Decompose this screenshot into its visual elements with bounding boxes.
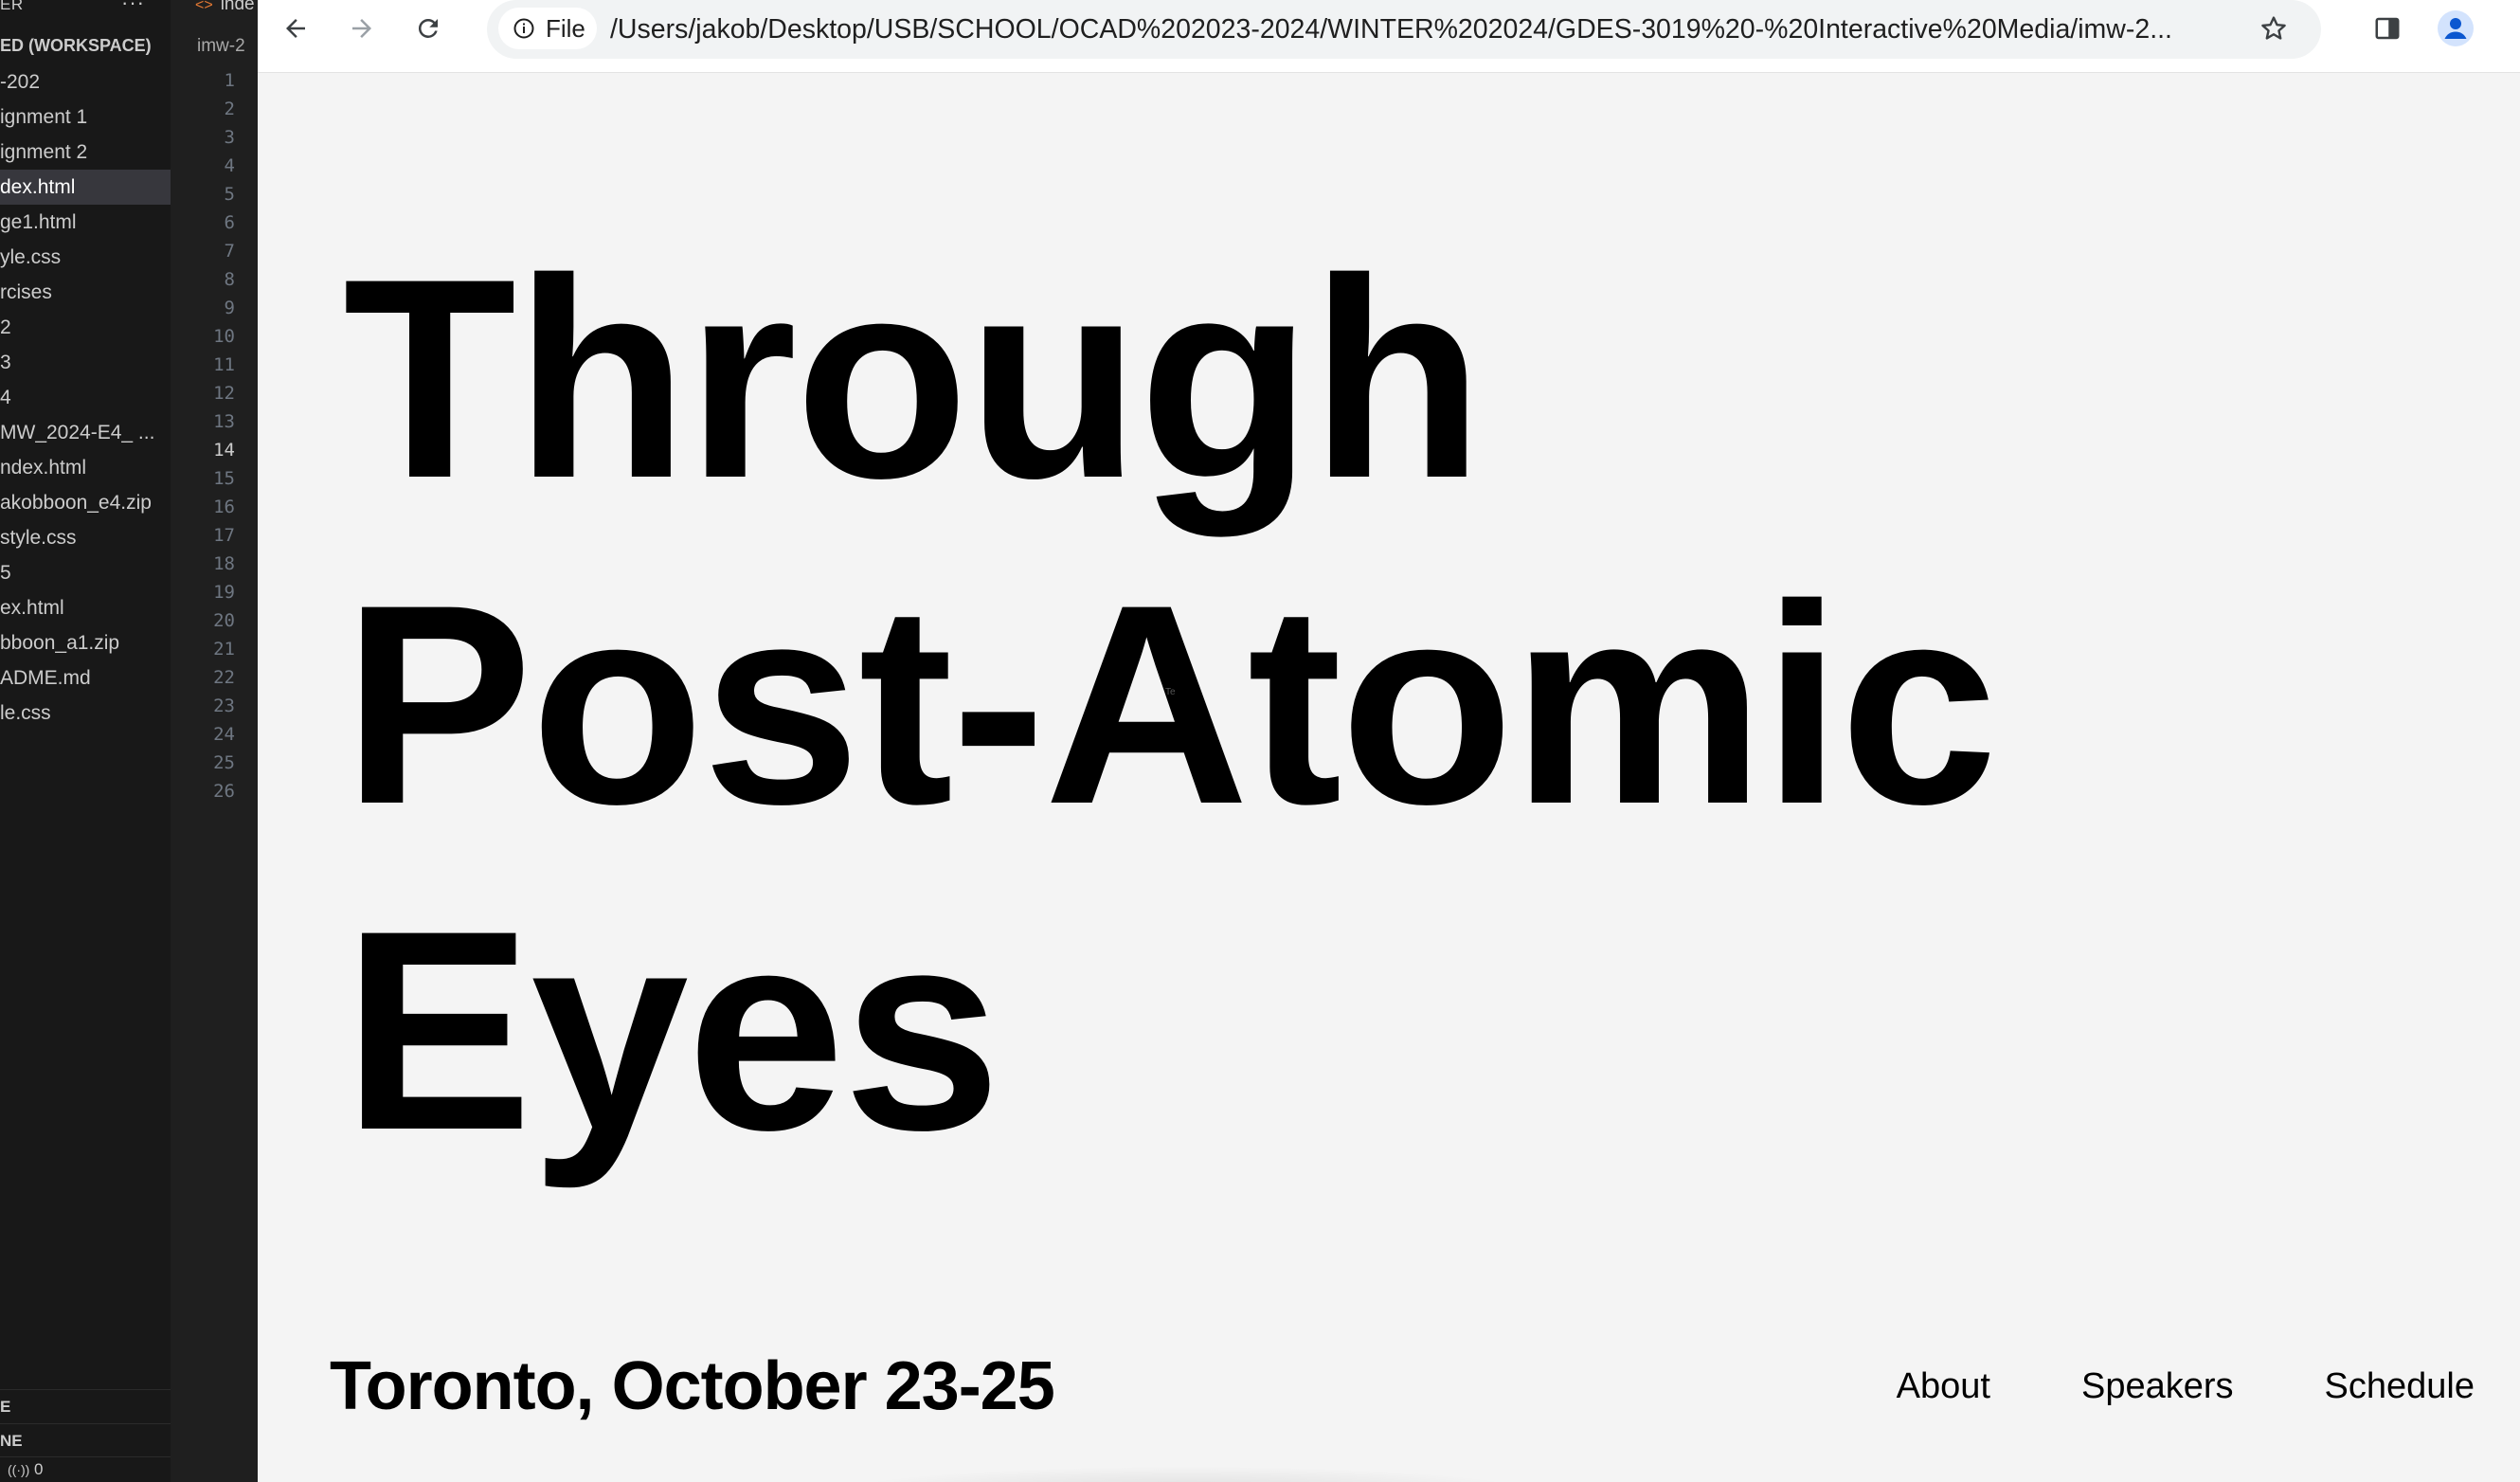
hero-title-line: Through [343, 219, 1484, 537]
screen: ER ··· ED (WORKSPACE) -202 ignment 1 ign… [0, 0, 2520, 1482]
file-tree: -202 ignment 1 ignment 2 dex.html ge1.ht… [0, 64, 171, 731]
file-tree-item-active[interactable]: dex.html [0, 170, 171, 205]
address-bar[interactable]: File /Users/jakob/Desktop/USB/SCHOOL/OCA… [487, 0, 2321, 59]
file-tree-item[interactable]: ignment 1 [0, 99, 171, 135]
line-number-current: 14 [213, 440, 235, 461]
explorer-header: ER [0, 0, 24, 13]
status-bar: ((·)) 0 [0, 1456, 171, 1482]
line-number: 24 [213, 724, 235, 745]
hero-title-line: Eyes [343, 871, 1001, 1189]
event-location-date: Toronto, October 23-25 [330, 1348, 1055, 1424]
browser-toolbar: File /Users/jakob/Desktop/USB/SCHOOL/OCA… [258, 0, 2520, 73]
status-count: 0 [34, 1460, 44, 1478]
arrow-left-icon[interactable] [275, 8, 316, 49]
line-number: 16 [213, 497, 235, 517]
timeline-section[interactable]: NE [0, 1423, 171, 1458]
line-number: 11 [213, 354, 235, 375]
line-number: 1 [224, 70, 235, 91]
line-number: 4 [224, 155, 235, 176]
line-number: 3 [224, 127, 235, 148]
editor-tab[interactable]: <> inde [195, 0, 255, 15]
line-number: 22 [213, 667, 235, 688]
site-info-chip[interactable]: File [498, 8, 597, 49]
info-icon [512, 16, 536, 41]
line-number: 25 [213, 752, 235, 773]
file-tree-item[interactable]: ignment 2 [0, 135, 171, 170]
bottom-shadow [826, 1466, 1546, 1482]
file-tree-item[interactable]: ndex.html [0, 450, 171, 485]
file-tree-item[interactable]: MW_2024-E4_ ... [0, 415, 171, 450]
file-tree-item[interactable]: 4 [0, 380, 171, 415]
arrow-right-icon[interactable] [341, 8, 383, 49]
line-number: 26 [213, 781, 235, 802]
file-tree-item[interactable]: ge1.html [0, 205, 171, 240]
line-number: 12 [213, 383, 235, 404]
broadcast-icon[interactable]: ((·)) [8, 1462, 29, 1477]
line-number: 13 [213, 411, 235, 432]
site-nav: About Speakers Schedule [1897, 1358, 2475, 1415]
file-tree-item[interactable]: ex.html [0, 590, 171, 625]
site-chip-label: File [546, 13, 585, 43]
file-tree-item[interactable]: rcises [0, 275, 171, 310]
file-explorer: ER ··· ED (WORKSPACE) -202 ignment 1 ign… [0, 0, 171, 1482]
reload-icon[interactable] [407, 8, 449, 49]
workspace-title[interactable]: ED (WORKSPACE) [0, 36, 152, 56]
side-panel-icon[interactable] [2367, 8, 2408, 49]
file-tree-item[interactable]: akobboon_e4.zip [0, 485, 171, 520]
outline-section[interactable]: E [0, 1389, 171, 1424]
line-number: 8 [224, 269, 235, 290]
line-number: 17 [213, 525, 235, 546]
nav-link-speakers[interactable]: Speakers [2081, 1358, 2234, 1415]
file-tree-item[interactable]: style.css [0, 520, 171, 555]
nav-link-schedule[interactable]: Schedule [2325, 1358, 2475, 1415]
breadcrumb[interactable]: imw-2 [197, 36, 245, 57]
star-icon[interactable] [2253, 8, 2295, 49]
file-tree-item[interactable]: 2 [0, 310, 171, 345]
hero-title-line: Post-Atomic [343, 545, 1998, 863]
line-number: 19 [213, 582, 235, 603]
line-number: 21 [213, 639, 235, 660]
editor-tab-label: inde [220, 0, 255, 14]
file-tree-item[interactable]: 3 [0, 345, 171, 380]
line-number: 23 [213, 696, 235, 716]
line-number: 20 [213, 610, 235, 631]
file-tree-item[interactable]: 5 [0, 555, 171, 590]
file-tree-item[interactable]: ADME.md [0, 660, 171, 696]
line-number: 6 [224, 212, 235, 233]
editor-gutter: <> inde imw-2 1 2 3 4 5 6 7 8 9 10 11 12 … [171, 0, 258, 1482]
line-number: 10 [213, 326, 235, 347]
ellipsis-icon[interactable]: ··· [121, 0, 145, 15]
nav-link-about[interactable]: About [1897, 1358, 1990, 1415]
file-tree-item[interactable]: yle.css [0, 240, 171, 275]
tiny-text-mark: Te [1165, 687, 1176, 697]
line-number: 18 [213, 553, 235, 574]
file-tree-item[interactable]: le.css [0, 696, 171, 731]
line-number: 7 [224, 241, 235, 262]
url-text[interactable]: /Users/jakob/Desktop/USB/SCHOOL/OCAD%202… [610, 0, 2172, 59]
line-number: 9 [224, 298, 235, 318]
html-file-icon: <> [195, 0, 213, 13]
file-tree-item[interactable]: bboon_a1.zip [0, 625, 171, 660]
file-tree-item[interactable]: -202 [0, 64, 171, 99]
browser-window: File /Users/jakob/Desktop/USB/SCHOOL/OCA… [258, 0, 2520, 1482]
web-page: Through Post-Atomic Eyes Te Toronto, Oct… [258, 73, 2520, 1482]
hero-title: Through Post-Atomic Eyes [343, 215, 1998, 1193]
profile-icon[interactable] [2435, 8, 2476, 49]
line-number: 15 [213, 468, 235, 489]
line-numbers: 1 2 3 4 5 6 7 8 9 10 11 12 13 14 15 16 1… [171, 66, 235, 805]
line-number: 2 [224, 99, 235, 119]
line-number: 5 [224, 184, 235, 205]
